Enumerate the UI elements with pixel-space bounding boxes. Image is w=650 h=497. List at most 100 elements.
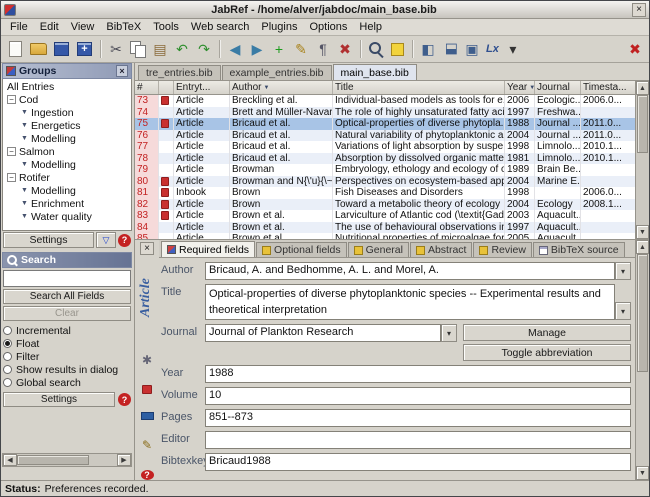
help-icon[interactable]: ? — [141, 470, 154, 480]
table-scrollbar[interactable]: ▲ ▼ — [635, 81, 649, 239]
close-editor-icon[interactable]: × — [140, 242, 154, 255]
group-item-rotifer[interactable]: −Rotifer — [3, 171, 131, 184]
new-entry-icon[interactable]: + — [269, 39, 289, 59]
groups-expand-button[interactable]: ▽ — [96, 232, 116, 248]
scroll-down-icon[interactable]: ▼ — [636, 225, 649, 239]
title-input[interactable]: Optical-properties of diverse phytoplank… — [205, 284, 615, 320]
hscroll-track[interactable] — [17, 454, 117, 466]
editor-tab-abstract[interactable]: Abstract — [410, 242, 473, 257]
titlebar[interactable]: JabRef - /home/alver/jabdoc/main_base.bi… — [1, 1, 649, 19]
menu-view[interactable]: View — [65, 20, 101, 34]
table-row[interactable]: 75ArticleBricaud et al.Optical-propertie… — [135, 118, 635, 130]
search-toggle-icon[interactable] — [366, 39, 386, 59]
undo-icon[interactable]: ↶ — [172, 39, 192, 59]
save-all-databases-icon[interactable]: + — [77, 42, 92, 56]
edit-preamble-icon[interactable]: ¶ — [313, 39, 333, 59]
menu-tools[interactable]: Tools — [147, 20, 185, 34]
editor-tab-review[interactable]: Review — [473, 242, 531, 257]
editor-tab-required-fields[interactable]: Required fields — [161, 241, 255, 257]
editor-tab-bibtex-source[interactable]: BibTeX source — [533, 242, 625, 257]
column-header-timesta[interactable]: Timesta... — [581, 81, 637, 94]
search-help-icon[interactable]: ? — [118, 393, 131, 406]
write-xmp-icon[interactable]: ✎ — [142, 438, 152, 452]
file-tab-tre-entries-bib[interactable]: tre_entries.bib — [138, 65, 221, 80]
pdf-icon[interactable] — [142, 385, 152, 394]
redo-icon[interactable]: ↷ — [194, 39, 214, 59]
author-dropdown-icon[interactable]: ▾ — [615, 262, 631, 280]
hscroll-thumb[interactable] — [17, 455, 89, 465]
back-icon[interactable]: ◀ — [225, 39, 245, 59]
column-header-entryt[interactable]: Entryt... — [174, 81, 230, 94]
tree-collapse-icon[interactable]: − — [7, 95, 16, 104]
open-database-icon[interactable] — [30, 43, 47, 55]
table-row[interactable]: 82ArticleBrownToward a metabolic theory … — [135, 199, 635, 211]
table-scroll-track[interactable] — [636, 95, 649, 225]
groups-close-icon[interactable]: × — [116, 65, 128, 77]
file-tab-main-base-bib[interactable]: main_base.bib — [333, 64, 417, 80]
editor-input[interactable] — [205, 431, 631, 449]
column-header-icon[interactable]: # — [135, 81, 159, 94]
radio-selected-icon[interactable] — [3, 339, 12, 348]
scroll-left-icon[interactable]: ◀ — [3, 454, 17, 466]
table-row[interactable]: 84ArticleBrown et al.The use of behaviou… — [135, 222, 635, 234]
clear-button[interactable]: Clear — [3, 306, 131, 321]
tree-collapse-icon[interactable]: − — [7, 173, 16, 182]
group-item-modelling[interactable]: ▼Modelling — [3, 158, 131, 171]
push-to-latex-icon[interactable]: Lx — [484, 39, 501, 59]
table-row[interactable]: 77ArticleBricaud et al.Variations of lig… — [135, 141, 635, 153]
forward-icon[interactable]: ▶ — [247, 39, 267, 59]
groups-settings-button[interactable]: Settings — [3, 232, 94, 248]
search-option-global-search[interactable]: Global search — [3, 376, 131, 389]
toggle-preview-icon[interactable]: ◧ — [440, 39, 460, 59]
group-item-modelling[interactable]: ▼Modelling — [3, 132, 131, 145]
tree-collapse-icon[interactable]: − — [7, 147, 16, 156]
group-item-modelling[interactable]: ▼Modelling — [3, 184, 131, 197]
column-header-year[interactable]: Year▼ — [505, 81, 535, 94]
cut-icon[interactable]: ✂ — [106, 39, 126, 59]
edit-strings-icon[interactable]: ✖ — [335, 39, 355, 59]
column-header-journal[interactable]: Journal — [535, 81, 581, 94]
group-item-salmon[interactable]: −Salmon — [3, 145, 131, 158]
menu-bibtex[interactable]: BibTeX — [100, 20, 147, 34]
table-row[interactable]: 74ArticleBrett and Müller-NavarraThe rol… — [135, 107, 635, 119]
group-item-water-quality[interactable]: ▼Water quality — [3, 210, 131, 223]
author-input[interactable]: Bricaud, A. and Bedhomme, A. L. and More… — [205, 262, 615, 280]
new-database-icon[interactable] — [9, 41, 22, 57]
search-option-show-results-in-dialog[interactable]: Show results in dialog — [3, 363, 131, 376]
window-close-button[interactable]: × — [632, 3, 646, 17]
volume-input[interactable]: 10 — [205, 387, 631, 405]
open-book-icon[interactable] — [141, 412, 154, 420]
menu-options[interactable]: Options — [303, 20, 353, 34]
menu-web-search[interactable]: Web search — [185, 20, 256, 34]
search-option-filter[interactable]: Filter — [3, 350, 131, 363]
push-dropdown-icon[interactable]: ▾ — [503, 39, 523, 59]
journal-dropdown-icon[interactable]: ▾ — [441, 324, 457, 342]
editor-scroll-down-icon[interactable]: ▼ — [636, 466, 649, 480]
title-dropdown-icon[interactable]: ▾ — [615, 302, 631, 320]
editor-scroll-track[interactable] — [636, 254, 649, 466]
bibtexkey-input[interactable]: Bricaud1988 — [205, 453, 631, 471]
table-row[interactable]: 73ArticleBreckling et al.Individual-base… — [135, 95, 635, 107]
table-row[interactable]: 80ArticleBrowman and N{\'u}{\~n}esPerspe… — [135, 176, 635, 188]
table-scroll-thumb[interactable] — [637, 95, 648, 153]
table-row[interactable]: 78ArticleBricaud et al.Absorption by dis… — [135, 153, 635, 165]
menu-file[interactable]: File — [4, 20, 34, 34]
search-settings-button[interactable]: Settings — [3, 392, 115, 407]
group-item-enrichment[interactable]: ▼Enrichment — [3, 197, 131, 210]
edit-entry-icon[interactable]: ✎ — [291, 39, 311, 59]
editor-tab-general[interactable]: General — [348, 242, 409, 257]
journal-input[interactable]: Journal of Plankton Research — [205, 324, 441, 342]
save-database-icon[interactable] — [54, 42, 69, 56]
year-input[interactable]: 1988 — [205, 365, 631, 383]
editor-scrollbar[interactable]: ▲ ▼ — [635, 240, 649, 480]
paste-icon[interactable]: ▤ — [150, 39, 170, 59]
copy-icon[interactable] — [128, 39, 148, 59]
table-row[interactable]: 79ArticleBrowmanEmbryology, ethology and… — [135, 164, 635, 176]
file-tab-example-entries-bib[interactable]: example_entries.bib — [222, 65, 332, 80]
pages-input[interactable]: 851--873 — [205, 409, 631, 427]
table-row[interactable]: 76ArticleBricaud et al.Natural variabili… — [135, 130, 635, 142]
search-input[interactable] — [3, 270, 131, 287]
editor-scroll-thumb[interactable] — [637, 254, 648, 372]
highlight-groups-icon[interactable] — [391, 43, 404, 56]
radio-icon[interactable] — [3, 352, 12, 361]
